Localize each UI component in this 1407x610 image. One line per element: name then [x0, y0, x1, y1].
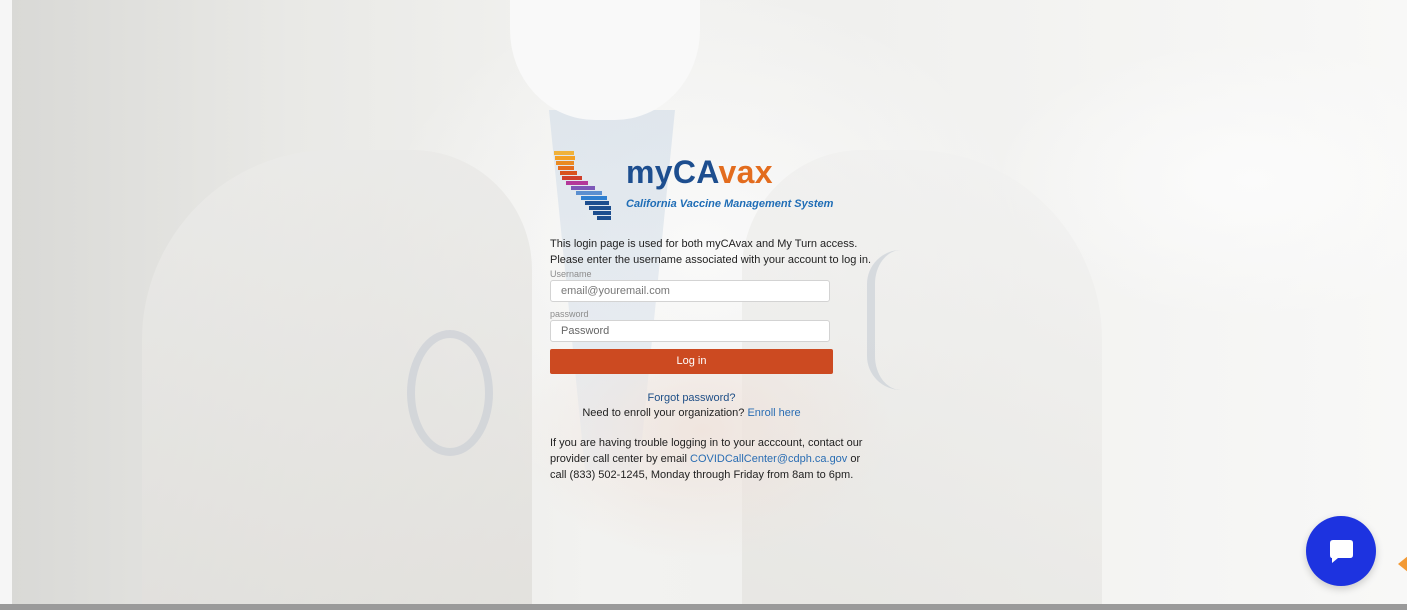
intro-line-1: This login page is used for both myCAvax… [550, 238, 858, 250]
intro-text: This login page is used for both myCAvax… [550, 236, 872, 268]
username-label: Username [550, 269, 592, 279]
help-line-1: If you are having trouble logging in to … [550, 437, 863, 449]
username-input[interactable]: email@youremail.com [550, 280, 830, 302]
mask-decoration [510, 0, 700, 120]
help-line-2: provider call center by email COVIDCallC… [550, 451, 870, 467]
enroll-line: Need to enroll your organization? Enroll… [550, 407, 833, 419]
help-line-2-suffix: or [850, 453, 861, 465]
logo-vax: vax [718, 154, 773, 190]
intro-line-2: Please enter the username associated wit… [550, 254, 872, 266]
login-panel: myCAvax California Vaccine Management Sy… [550, 148, 872, 483]
bottom-edge [0, 604, 1407, 610]
login-button[interactable]: Log in [550, 349, 833, 374]
stethoscope-left-decoration [407, 330, 493, 456]
logo-subtitle: California Vaccine Management System [626, 198, 834, 210]
corner-arrow-icon [1398, 556, 1407, 572]
logo-my: my [626, 154, 673, 190]
left-edge [0, 0, 12, 610]
login-page: myCAvax California Vaccine Management Sy… [0, 0, 1407, 610]
mycavax-logo: myCAvax California Vaccine Management Sy… [550, 148, 870, 230]
password-input[interactable]: Password [550, 320, 830, 342]
enroll-here-link[interactable]: Enroll here [747, 407, 800, 419]
help-line-2-prefix: provider call center by email [550, 453, 687, 465]
chat-bubble-icon [1330, 540, 1353, 563]
california-map-icon [554, 151, 611, 220]
password-label: password [550, 309, 589, 319]
logo-ca: CA [672, 154, 719, 190]
logo-wordmark: myCAvax [626, 156, 773, 188]
help-email-link[interactable]: COVIDCallCenter@cdph.ca.gov [690, 453, 847, 465]
forgot-password-link[interactable]: Forgot password? [550, 392, 833, 404]
help-text: If you are having trouble logging in to … [550, 435, 870, 483]
help-line-3: call (833) 502-1245, Monday through Frid… [550, 469, 854, 481]
chat-button[interactable] [1306, 516, 1376, 586]
enroll-prefix: Need to enroll your organization? [582, 407, 745, 419]
